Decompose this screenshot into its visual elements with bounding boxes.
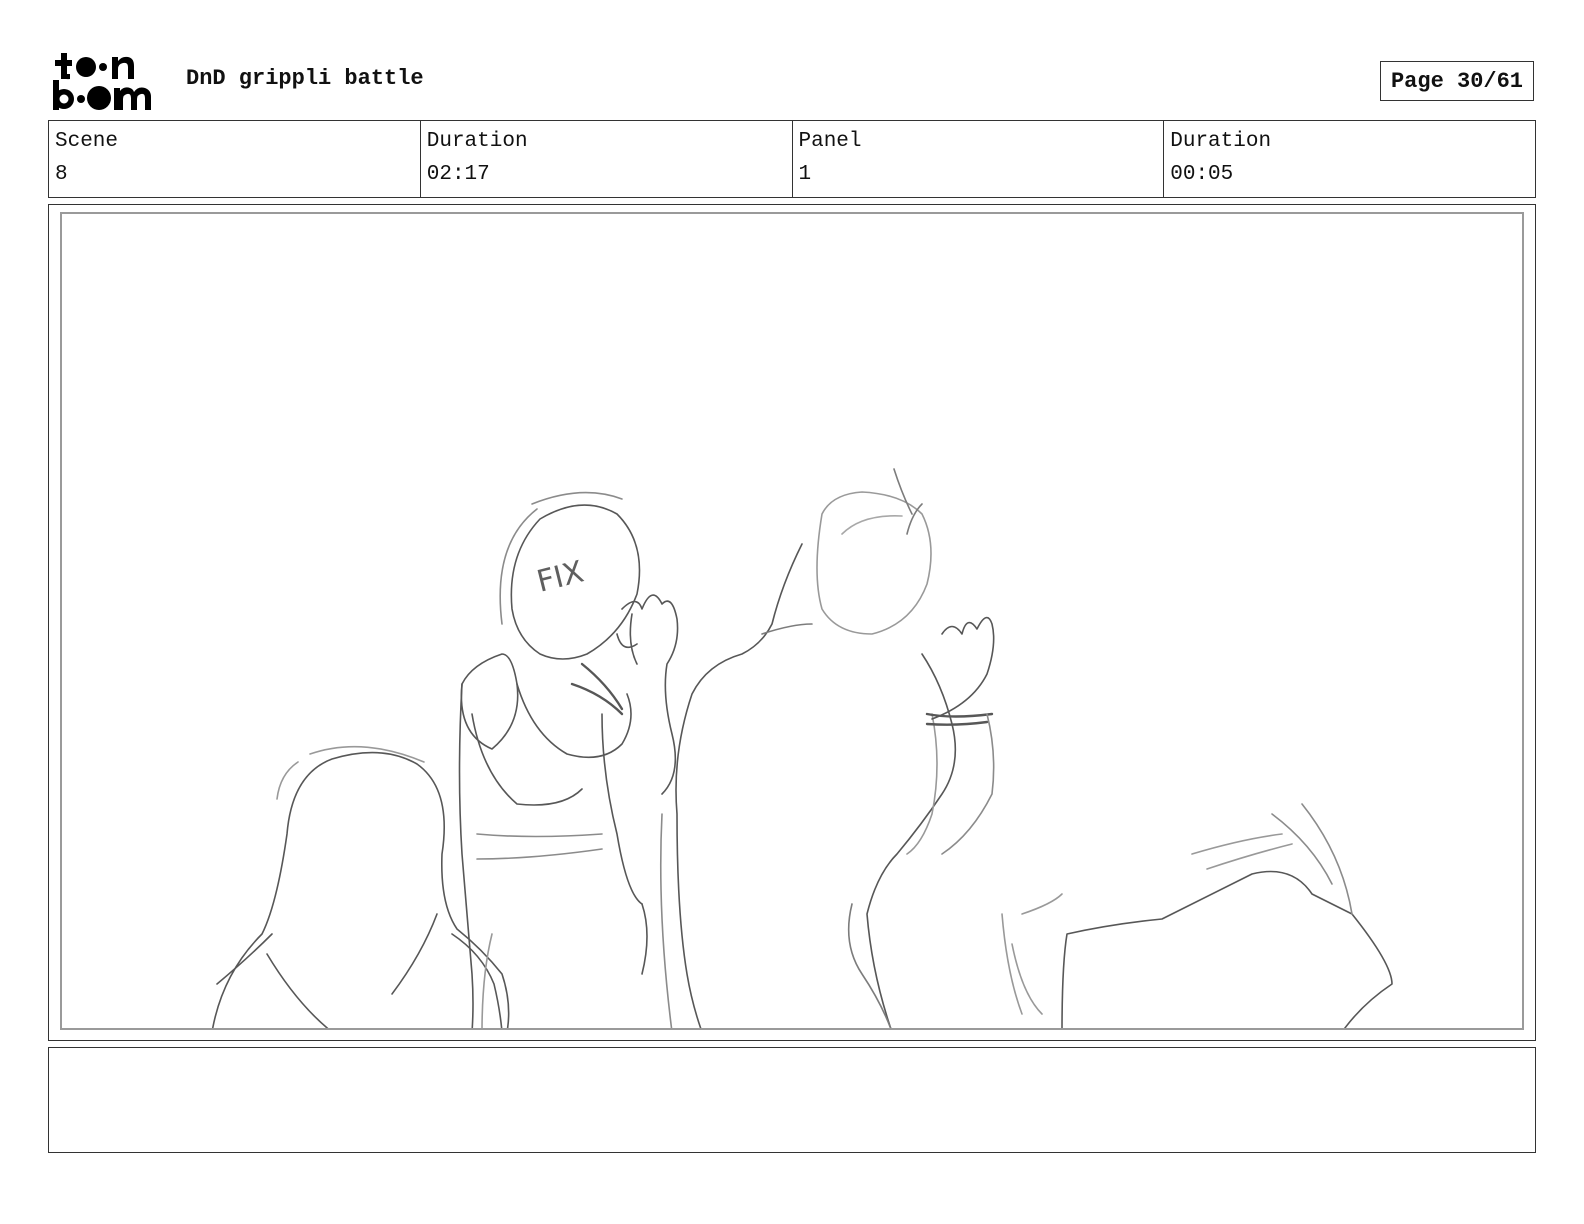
panel-label: Panel — [798, 130, 862, 153]
scene-duration-cell: Duration 02:17 — [421, 121, 793, 197]
storyboard-panel-image: FIX — [60, 212, 1524, 1030]
panel-value: 1 — [798, 163, 812, 186]
panel-duration-value: 00:05 — [1170, 163, 1234, 186]
panel-duration-label: Duration — [1170, 130, 1272, 153]
storyboard-panel-frame: FIX — [48, 204, 1536, 1041]
scene-cell: Scene 8 — [49, 121, 421, 197]
panel-notes-box[interactable] — [48, 1047, 1536, 1153]
sketch-annotation-fix: FIX — [533, 555, 587, 600]
panel-duration-cell: Duration 00:05 — [1164, 121, 1535, 197]
panel-cell: Panel 1 — [793, 121, 1165, 197]
pencil-sketch: FIX — [211, 468, 1393, 1028]
scene-duration-value: 02:17 — [426, 163, 490, 186]
project-title: DnD grippli battle — [186, 66, 424, 91]
toon-boom-logo — [50, 50, 164, 112]
scene-label: Scene — [55, 130, 119, 153]
toon-boom-logo-mark — [53, 53, 151, 110]
scene-value: 8 — [55, 163, 68, 186]
panel-info-table: Scene 8 Duration 02:17 Panel 1 Duration … — [48, 120, 1536, 198]
scene-duration-label: Duration — [426, 130, 528, 153]
page-indicator: Page 30/61 — [1380, 61, 1534, 101]
